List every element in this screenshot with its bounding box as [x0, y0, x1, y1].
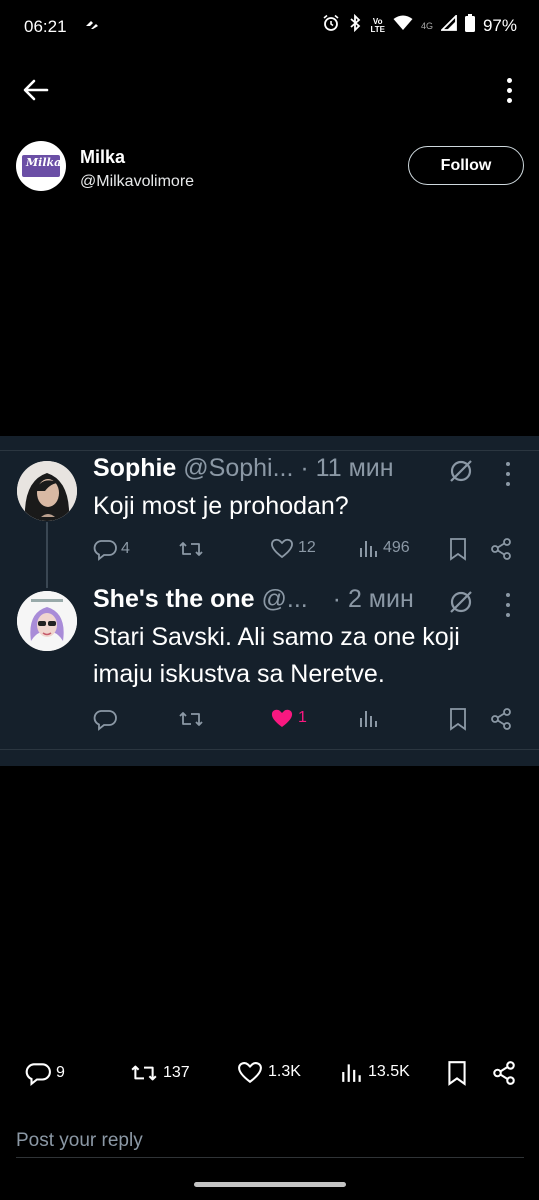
bookmark-icon: [450, 708, 466, 731]
post-retweet-count: 137: [163, 1064, 190, 1081]
more-options-button[interactable]: [503, 74, 515, 106]
back-button[interactable]: [20, 74, 52, 106]
grok-icon[interactable]: [448, 458, 474, 484]
tweet-author-name[interactable]: She's the one: [93, 585, 255, 613]
thread-connector: [46, 522, 48, 588]
tweet-text: Koji most je prohodan?: [93, 492, 349, 520]
tweet-more-button[interactable]: [505, 462, 511, 486]
network-type-label: 4G: [420, 20, 433, 31]
follow-button[interactable]: Follow: [408, 146, 524, 185]
grok-icon[interactable]: [448, 589, 474, 615]
tweet-avatar-sophie[interactable]: [17, 461, 77, 521]
tweet-header: She's the one @... · 2 мин: [93, 585, 414, 614]
tweet-actions: 1: [93, 707, 523, 733]
share-icon: [491, 708, 511, 730]
signal-icon: [439, 13, 457, 36]
tweet-author-name[interactable]: Sophie: [93, 454, 176, 482]
reply-icon: [25, 1063, 51, 1086]
battery-percent: 97%: [482, 15, 517, 35]
reply-button[interactable]: [93, 707, 117, 731]
post-views-count: 13.5K: [368, 1063, 410, 1080]
like-count: 12: [298, 539, 316, 556]
reply-button[interactable]: 4: [93, 537, 130, 561]
data-saver-icon: [84, 17, 100, 38]
tweet-timestamp[interactable]: · 2 мин: [333, 585, 414, 613]
heart-filled-icon: [271, 709, 293, 727]
views-button[interactable]: [359, 707, 379, 729]
tweet-actions: 4 12 496: [93, 537, 523, 563]
post-bookmark-button[interactable]: [446, 1060, 468, 1086]
profile-name[interactable]: Milka: [80, 147, 125, 168]
tweet-text: Stari Savski. Ali samo za one koji imaju…: [93, 623, 460, 688]
post-reply-count: 9: [56, 1064, 65, 1081]
reply-icon: [93, 540, 117, 561]
retweet-icon: [131, 1065, 157, 1081]
bookmark-icon: [450, 538, 466, 561]
status-time: 06:21: [24, 17, 67, 36]
views-icon: [360, 711, 377, 727]
tweet-avatar-shes-the-one[interactable]: [17, 591, 77, 651]
views-icon: [342, 1064, 361, 1082]
heart-icon: [238, 1062, 262, 1084]
post-share-button[interactable]: [491, 1060, 517, 1086]
more-vertical-icon: [506, 77, 512, 83]
share-icon: [491, 538, 511, 560]
tweet-author-handle[interactable]: @Sophi...: [183, 454, 293, 482]
bookmark-icon: [448, 1061, 466, 1086]
post-actions-bar: 9 137 1.3K 13.5K: [0, 1060, 539, 1092]
like-button-active[interactable]: 1: [270, 707, 307, 729]
arrow-left-icon: [23, 79, 49, 101]
views-icon: [360, 541, 377, 557]
like-count: 1: [298, 709, 307, 726]
retweet-icon: [179, 712, 203, 726]
wifi-icon: [393, 15, 413, 36]
home-indicator[interactable]: [194, 1182, 346, 1187]
bluetooth-icon: [348, 13, 362, 37]
share-button[interactable]: [489, 707, 513, 731]
views-button[interactable]: 496: [359, 537, 410, 559]
like-button[interactable]: 12: [270, 537, 316, 559]
status-bar: 06:21 Vo LTE 4G 97%: [0, 0, 539, 56]
views-count: 496: [383, 539, 410, 556]
status-icons: Vo LTE 4G 97%: [322, 13, 517, 37]
post-reply-button[interactable]: 9: [25, 1060, 65, 1086]
share-icon: [493, 1061, 515, 1085]
post-like-button[interactable]: 1.3K: [237, 1060, 301, 1084]
retweet-icon: [179, 542, 203, 556]
reply-count: 4: [121, 540, 130, 557]
tweet-author-handle[interactable]: @...: [262, 585, 308, 613]
tweet-timestamp[interactable]: · 11 мин: [300, 454, 393, 482]
bookmark-button[interactable]: [448, 707, 468, 731]
battery-icon: [464, 14, 475, 37]
tweet-more-button[interactable]: [505, 593, 511, 617]
alarm-icon: [322, 14, 340, 37]
reply-input[interactable]: [16, 1124, 524, 1158]
profile-avatar[interactable]: Milka: [16, 141, 66, 191]
post-like-count: 1.3K: [268, 1063, 301, 1080]
post-retweet-button[interactable]: 137: [130, 1060, 190, 1086]
milka-logo: Milka: [26, 156, 62, 169]
retweet-button[interactable]: [178, 537, 204, 561]
retweet-button[interactable]: [178, 707, 204, 731]
share-button[interactable]: [489, 537, 513, 561]
profile-handle[interactable]: @Milkavolimore: [80, 173, 194, 191]
volte-icon: Vo LTE: [370, 16, 385, 34]
tweet-header: Sophie @Sophi... · 11 мин: [93, 454, 394, 483]
reply-icon: [93, 710, 117, 731]
post-views-button[interactable]: 13.5K: [341, 1060, 410, 1084]
heart-icon: [271, 538, 293, 559]
bookmark-button[interactable]: [448, 537, 468, 561]
